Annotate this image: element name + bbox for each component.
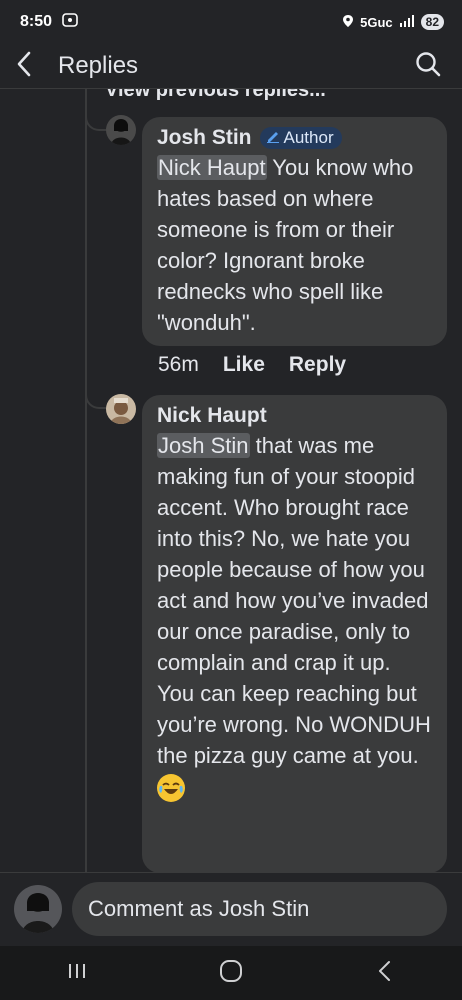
replies-thread[interactable]: View previous replies... Josh Stin Autho… [0,88,462,873]
mention-link[interactable]: Nick Haupt [157,155,267,180]
back-nav-button[interactable] [355,953,415,993]
back-button[interactable] [16,46,46,86]
comment-composer: Comment as Josh Stin [0,872,462,946]
reply-connector [85,387,107,409]
status-left: 8:50 [20,12,78,32]
location-icon [342,14,354,31]
status-bar: 8:50 5Guc 82 [0,0,462,44]
status-right: 5Guc 82 [342,14,444,31]
comment-text: Nick Haupt You know who hates based on w… [157,152,433,338]
recent-apps-button[interactable] [47,953,107,993]
comment-body: You know who hates based on where someon… [157,155,414,335]
view-previous-replies-link[interactable]: View previous replies... [105,89,326,102]
signal-icon [399,14,415,30]
comment-bubble[interactable]: Josh Stin Author Nick Haupt You know who… [142,117,447,346]
mention-link[interactable]: Josh Stin [157,433,250,458]
avatar [14,885,62,933]
comment-bubble[interactable]: Nick Haupt Josh Stin that was me making … [142,395,447,873]
page-title: Replies [58,52,139,79]
home-icon [219,959,243,988]
pencil-icon [266,128,280,148]
comment-author[interactable]: Josh Stin [157,126,252,150]
comment-actions: 56m Like Reply [158,353,346,377]
author-badge: Author [259,127,342,149]
chevron-left-icon [16,51,32,82]
tears-of-joy-emoji-icon [157,774,185,803]
search-button[interactable] [410,46,446,86]
screenshot-notification-icon [62,12,78,32]
recent-apps-icon [66,962,88,985]
avatar[interactable] [106,394,136,424]
reply-button[interactable]: Reply [289,353,346,377]
author-badge-label: Author [283,128,334,147]
back-icon [377,960,393,987]
system-nav-bar [0,946,462,1000]
comment-time: 56m [158,353,199,376]
comment-author[interactable]: Nick Haupt [157,404,267,428]
comment-header: Nick Haupt [157,404,433,428]
like-button[interactable]: Like [223,353,265,377]
comment-body: that was me making fun of your stoopid a… [157,433,431,768]
comment-input[interactable]: Comment as Josh Stin [72,882,447,936]
battery-indicator: 82 [420,14,444,30]
avatar[interactable] [106,115,136,145]
thread-line [85,89,87,873]
comment-header: Josh Stin Author [157,126,433,150]
home-button[interactable] [201,953,261,993]
search-icon [415,51,441,82]
header-bar: Replies [0,44,462,88]
reply-connector [85,109,107,131]
status-time: 8:50 [20,13,53,30]
network-label: 5Guc [360,14,393,30]
comment-text: Josh Stin that was me making fun of your… [157,430,433,803]
